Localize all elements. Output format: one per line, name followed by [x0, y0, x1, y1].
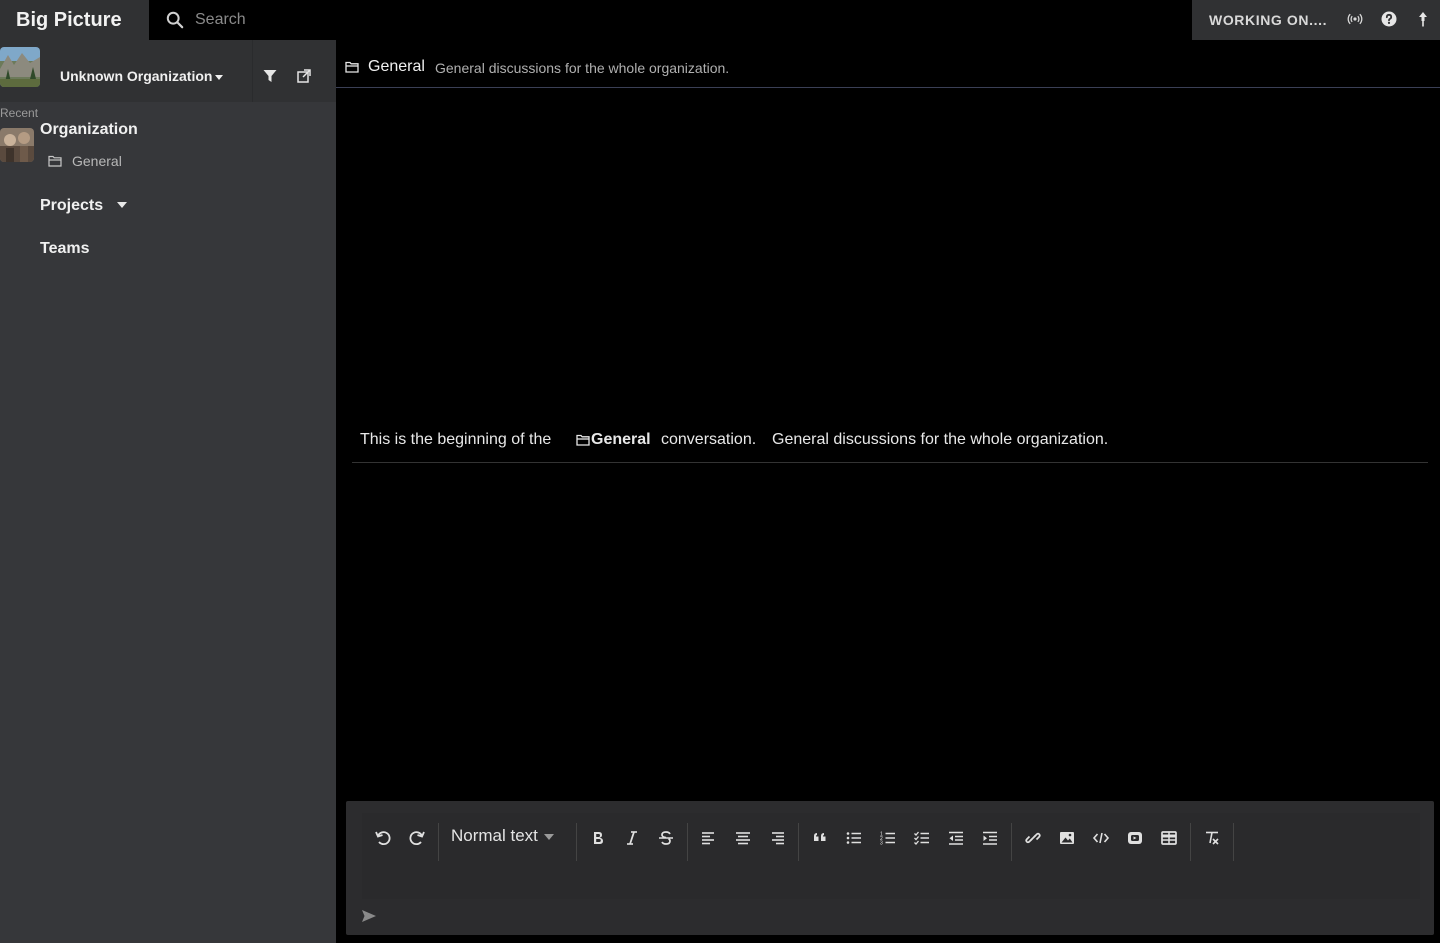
- toolbar-separator: [1233, 823, 1234, 861]
- organization-name: Unknown Organization: [60, 68, 213, 84]
- pin-icon[interactable]: [1415, 11, 1431, 27]
- external-link-icon[interactable]: [296, 68, 312, 84]
- broadcast-icon[interactable]: [1347, 11, 1363, 27]
- working-on-status[interactable]: WORKING ON....: [1209, 12, 1327, 28]
- undo-icon[interactable]: [373, 828, 393, 848]
- link-icon[interactable]: [1023, 828, 1043, 848]
- checklist-icon[interactable]: [912, 828, 932, 848]
- top-bar: Big Picture WORKING ON....: [0, 0, 1440, 40]
- channel-header: General General discussions for the whol…: [336, 48, 1440, 88]
- numbered-list-icon[interactable]: 123: [878, 828, 898, 848]
- conversation-intro: This is the beginning of the General con…: [352, 419, 1428, 463]
- intro-prefix: This is the beginning of the: [360, 431, 552, 448]
- image-icon[interactable]: [1057, 828, 1077, 848]
- block-type-label: Normal text: [451, 826, 538, 845]
- teams-section[interactable]: Teams: [40, 240, 90, 258]
- indent-icon[interactable]: [980, 828, 1000, 848]
- folder-icon: [48, 155, 62, 167]
- intro-description: General discussions for the whole organi…: [772, 431, 1109, 448]
- bold-icon[interactable]: [588, 828, 608, 848]
- bullet-list-icon[interactable]: [844, 828, 864, 848]
- folder-icon: [576, 434, 590, 446]
- svg-text:3: 3: [880, 841, 883, 847]
- channel-description: General discussions for the whole organi…: [435, 60, 730, 76]
- recent-channel-label: General: [72, 153, 122, 169]
- sidebar: Unknown Organization Recent Organization…: [0, 40, 336, 943]
- organization-switcher[interactable]: Unknown Organization: [60, 68, 224, 84]
- message-editor: Normal text 1 2 3: [346, 801, 1434, 935]
- strikethrough-icon[interactable]: [656, 828, 676, 848]
- caret-down-icon[interactable]: [117, 202, 127, 208]
- code-icon[interactable]: [1091, 828, 1111, 848]
- toolbar-separator: [576, 823, 577, 861]
- redo-icon[interactable]: [407, 828, 427, 848]
- align-center-icon[interactable]: [733, 828, 753, 848]
- organization-header: Unknown Organization: [0, 40, 336, 102]
- conversation-area: General General discussions for the whol…: [336, 40, 1440, 943]
- chevron-down-icon: [543, 833, 554, 840]
- filter-icon[interactable]: [262, 68, 278, 84]
- send-icon[interactable]: [361, 909, 377, 923]
- italic-icon[interactable]: [622, 828, 642, 848]
- toolbar-separator: [438, 823, 439, 861]
- table-icon[interactable]: [1159, 828, 1179, 848]
- app-title[interactable]: Big Picture: [0, 0, 149, 40]
- intro-channel-name[interactable]: General: [591, 431, 651, 449]
- search-input[interactable]: [195, 0, 1175, 40]
- folder-icon: [345, 61, 359, 73]
- recent-label: Recent: [0, 106, 39, 120]
- organization-avatar[interactable]: [0, 47, 40, 87]
- embed-icon[interactable]: [1125, 828, 1145, 848]
- projects-section[interactable]: Projects: [40, 197, 103, 215]
- search-bar[interactable]: [149, 0, 1192, 40]
- help-icon[interactable]: [1381, 11, 1397, 27]
- clear-formatting-icon[interactable]: [1202, 828, 1222, 848]
- align-left-icon[interactable]: [699, 828, 719, 848]
- toolbar-separator: [687, 823, 688, 861]
- outdent-icon[interactable]: [946, 828, 966, 848]
- recent-organization-avatar[interactable]: [0, 128, 34, 162]
- block-type-select[interactable]: Normal text: [451, 826, 554, 850]
- channel-title: General: [368, 58, 425, 75]
- divider: [252, 40, 253, 102]
- align-right-icon[interactable]: [767, 828, 787, 848]
- intro-suffix: conversation.: [661, 431, 757, 448]
- editor-body[interactable]: Normal text 1 2 3: [362, 813, 1420, 899]
- blockquote-icon[interactable]: [810, 828, 830, 848]
- search-icon: [166, 11, 184, 29]
- recent-organization[interactable]: Organization: [40, 121, 138, 139]
- editor-toolbar: Normal text 1 2 3: [362, 813, 1420, 863]
- toolbar-separator: [1190, 823, 1191, 861]
- chevron-down-icon: [215, 74, 224, 80]
- toolbar-separator: [798, 823, 799, 861]
- toolbar-separator: [1011, 823, 1012, 861]
